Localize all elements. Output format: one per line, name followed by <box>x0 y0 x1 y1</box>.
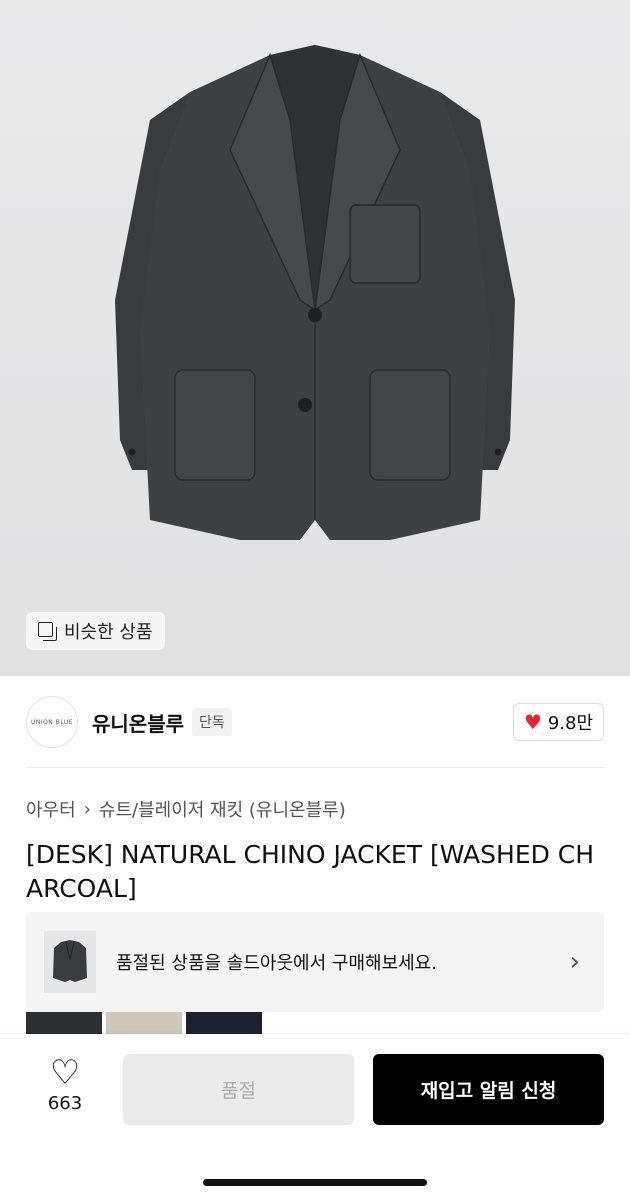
divider <box>26 767 604 768</box>
home-indicator <box>203 1179 427 1186</box>
brand-like-count: 9.8만 <box>547 713 593 734</box>
soldout-banner-text: 품절된 상품을 솔드아웃에서 구매해보세요. <box>116 953 437 974</box>
restock-notify-button[interactable]: 재입고 알림 신청 <box>373 1054 604 1125</box>
heart-outline-icon: ♡ <box>49 1053 81 1093</box>
swatch-beige[interactable] <box>106 1012 182 1034</box>
soldout-button[interactable]: 품절 <box>123 1054 354 1125</box>
breadcrumb: 아우터 › 슈트/블레이저 재킷 (유니온블루) <box>26 796 346 822</box>
heart-filled-icon: ♥ <box>523 710 542 734</box>
soldout-banner[interactable]: 품절된 상품을 솔드아웃에서 구매해보세요. › <box>26 912 604 1012</box>
brand-name[interactable]: 유니온블루 <box>92 708 184 737</box>
exclusive-badge: 단독 <box>192 708 232 736</box>
similar-products-button[interactable]: 비슷한 상품 <box>26 612 165 650</box>
breadcrumb-item-blazer[interactable]: 슈트/블레이저 재킷 (유니온블루) <box>99 796 346 822</box>
product-image[interactable]: 비슷한 상품 <box>0 0 630 676</box>
wishlist-button[interactable]: ♡ 663 <box>30 1055 100 1114</box>
soldout-thumbnail <box>44 931 96 993</box>
product-title: [DESK] NATURAL CHINO JACKET [WASHED CHAR… <box>26 840 595 903</box>
brand-logo-text: UNION BLUE <box>30 718 74 726</box>
swatch-navy[interactable] <box>186 1012 262 1034</box>
chevron-right-icon: › <box>569 947 580 977</box>
wishlist-count: 663 <box>47 1093 83 1114</box>
swatch-charcoal[interactable] <box>26 1012 102 1034</box>
similar-products-label: 비슷한 상품 <box>64 622 153 643</box>
jacket-thumbnail-icon <box>53 940 87 982</box>
similar-icon <box>38 622 57 641</box>
brand-logo[interactable]: UNION BLUE <box>26 696 78 748</box>
brand-like-button[interactable]: ♥ 9.8만 <box>512 703 604 741</box>
breadcrumb-item-outer[interactable]: 아우터 <box>26 796 76 822</box>
jacket-image <box>115 45 515 540</box>
chevron-right-icon: › <box>83 798 91 820</box>
brand-row: UNION BLUE 유니온블루 단독 ♥ 9.8만 <box>26 694 604 750</box>
color-swatches <box>26 1012 262 1034</box>
